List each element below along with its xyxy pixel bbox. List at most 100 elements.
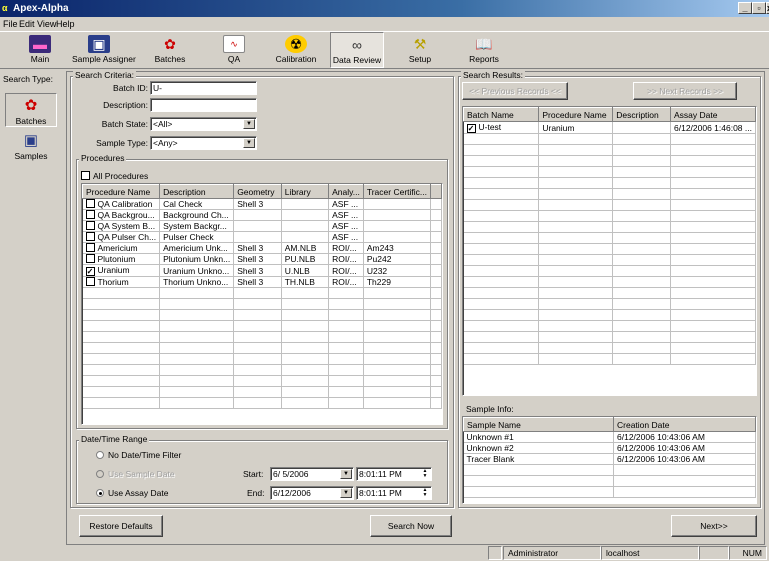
column-header[interactable]: Geometry bbox=[233, 184, 282, 199]
table-row[interactable]: QA Calibration Cal Check Shell 3 ASF ... bbox=[82, 198, 442, 210]
table-row[interactable] bbox=[463, 199, 756, 211]
column-header[interactable]: Tracer Certific... bbox=[362, 184, 431, 199]
column-header[interactable]: Analy... bbox=[328, 184, 364, 199]
column-header[interactable]: Sample Name bbox=[463, 417, 614, 432]
column-header[interactable]: Batch Name bbox=[463, 107, 540, 122]
toolbar-sample-assigner[interactable]: ▣ Sample Assigner bbox=[72, 32, 136, 68]
end-time-spinner[interactable]: 8:01:11 PM ▲ ▼ bbox=[356, 486, 432, 500]
previous-records-button[interactable]: << Previous Records << bbox=[462, 82, 568, 100]
menu-view[interactable]: View bbox=[37, 19, 56, 29]
use-assay-date-option[interactable]: Use Assay Date bbox=[96, 488, 168, 498]
table-row[interactable] bbox=[463, 210, 756, 222]
column-header[interactable]: Creation Date bbox=[613, 417, 756, 432]
checkbox-icon[interactable] bbox=[81, 171, 90, 180]
column-header[interactable]: Description bbox=[612, 107, 671, 122]
table-row[interactable] bbox=[463, 342, 756, 354]
row-checkbox[interactable] bbox=[85, 277, 95, 286]
menu-help[interactable]: Help bbox=[56, 19, 75, 29]
start-date-picker[interactable]: 6/ 5/2006 ▼ bbox=[270, 467, 354, 481]
table-row[interactable] bbox=[463, 254, 756, 266]
table-row[interactable] bbox=[82, 287, 442, 299]
table-row[interactable]: QA Backgrou... Background Ch... ASF ... bbox=[82, 209, 442, 221]
dropdown-arrow-icon[interactable]: ▼ bbox=[243, 119, 255, 129]
table-row[interactable]: ✓ Uranium Uranium Unkno... Shell 3 U.NLB ROI/… bbox=[82, 264, 442, 277]
table-row[interactable] bbox=[463, 298, 756, 310]
sample-type-select[interactable]: <Any> ▼ bbox=[150, 136, 257, 150]
table-row[interactable]: Plutonium Plutonium Unkn... Shell 3 PU.NLB R… bbox=[82, 253, 442, 265]
table-row[interactable] bbox=[82, 320, 442, 332]
toolbar-reports[interactable]: 📖 Reports bbox=[464, 32, 504, 68]
table-row[interactable]: QA System B... System Backgr... ASF ... bbox=[82, 220, 442, 232]
column-header[interactable]: Procedure Name bbox=[538, 107, 614, 122]
table-row[interactable] bbox=[82, 342, 442, 354]
table-row[interactable] bbox=[463, 320, 756, 332]
table-row[interactable] bbox=[463, 144, 756, 156]
table-row[interactable]: Americium Americium Unk... Shell 3 AM.NLB RO… bbox=[82, 242, 442, 254]
maximize-button[interactable]: ▫ bbox=[752, 2, 766, 14]
table-row[interactable]: Unknown #1 6/12/2006 10:43:06 AM bbox=[463, 431, 756, 443]
dropdown-arrow-icon[interactable]: ▼ bbox=[340, 469, 352, 479]
table-row[interactable] bbox=[82, 331, 442, 343]
toolbar-batches[interactable]: ✿ Batches bbox=[150, 32, 190, 68]
radio-icon[interactable] bbox=[96, 451, 104, 459]
description-input[interactable] bbox=[150, 98, 257, 112]
batch-state-select[interactable]: <All> ▼ bbox=[150, 117, 257, 131]
toolbar-data-review[interactable]: ∞ Data Review bbox=[330, 32, 384, 68]
restore-defaults-button[interactable]: Restore Defaults bbox=[79, 515, 163, 537]
table-row[interactable] bbox=[82, 397, 442, 409]
column-header[interactable]: Library bbox=[280, 184, 330, 199]
row-checkbox[interactable] bbox=[85, 232, 95, 241]
table-row[interactable]: ✓ U-test Uranium 6/12/2006 1:46:08 ... bbox=[463, 121, 756, 134]
table-row[interactable] bbox=[463, 166, 756, 178]
table-row[interactable]: QA Pulser Ch... Pulser Check ASF ... bbox=[82, 231, 442, 243]
table-row[interactable] bbox=[82, 298, 442, 310]
table-row[interactable] bbox=[463, 265, 756, 277]
table-row[interactable] bbox=[82, 386, 442, 398]
table-row[interactable] bbox=[463, 464, 756, 476]
table-row[interactable] bbox=[82, 309, 442, 321]
menu-edit[interactable]: Edit bbox=[19, 19, 35, 29]
toolbar-qa[interactable]: ∿ QA bbox=[216, 32, 252, 68]
end-date-picker[interactable]: 6/12/2006 ▼ bbox=[270, 486, 354, 500]
nav-samples[interactable]: ▣ Samples bbox=[5, 129, 57, 161]
row-checkbox[interactable] bbox=[85, 243, 95, 252]
table-row[interactable] bbox=[463, 243, 756, 255]
search-now-button[interactable]: Search Now bbox=[370, 515, 452, 537]
toolbar-setup[interactable]: ⚒ Setup bbox=[400, 32, 440, 68]
toolbar-calibration[interactable]: ☢ Calibration bbox=[272, 32, 320, 68]
table-row[interactable]: Tracer Blank 6/12/2006 10:43:06 AM bbox=[463, 453, 756, 465]
table-row[interactable] bbox=[463, 353, 756, 365]
column-header[interactable]: Description bbox=[159, 184, 235, 199]
table-row[interactable] bbox=[82, 375, 442, 387]
row-checkbox[interactable] bbox=[85, 254, 95, 263]
table-row[interactable] bbox=[463, 133, 756, 145]
nav-batches[interactable]: ✿ Batches bbox=[5, 93, 57, 127]
table-row[interactable] bbox=[463, 287, 756, 299]
all-procedures-checkbox[interactable]: All Procedures bbox=[81, 171, 148, 181]
table-row[interactable] bbox=[463, 486, 756, 498]
spin-arrows-icon[interactable]: ▲ ▼ bbox=[420, 469, 430, 479]
table-row[interactable] bbox=[463, 276, 756, 288]
row-checkbox[interactable]: ✓ bbox=[466, 124, 476, 133]
table-row[interactable] bbox=[463, 331, 756, 343]
use-sample-date-option[interactable]: Use Sample Date bbox=[96, 469, 175, 479]
table-row[interactable]: Unknown #2 6/12/2006 10:43:06 AM bbox=[463, 442, 756, 454]
table-row[interactable]: Thorium Thorium Unkno... Shell 3 TH.NLB ROI/… bbox=[82, 276, 442, 288]
menu-file[interactable]: File bbox=[3, 19, 18, 29]
column-header[interactable]: Procedure Name bbox=[82, 184, 161, 199]
table-row[interactable] bbox=[463, 221, 756, 233]
radio-icon[interactable] bbox=[96, 470, 104, 478]
toolbar-main[interactable]: ▬ Main bbox=[18, 32, 62, 68]
radio-selected-icon[interactable] bbox=[96, 489, 104, 497]
table-row[interactable] bbox=[82, 353, 442, 365]
dropdown-arrow-icon[interactable]: ▼ bbox=[243, 138, 255, 148]
spin-arrows-icon[interactable]: ▲ ▼ bbox=[420, 488, 430, 498]
sample-info-table[interactable]: Sample Name Creation Date Unknown #1 6/12/… bbox=[462, 416, 757, 504]
table-row[interactable] bbox=[463, 309, 756, 321]
column-header[interactable]: Assay Date bbox=[670, 107, 756, 122]
start-time-spinner[interactable]: 8:01:11 PM ▲ ▼ bbox=[356, 467, 432, 481]
table-row[interactable] bbox=[463, 188, 756, 200]
procedures-table[interactable]: Procedure Name Description Geometry Library… bbox=[81, 183, 443, 425]
row-checkbox[interactable] bbox=[85, 210, 95, 219]
no-date-filter-option[interactable]: No Date/Time Filter bbox=[96, 450, 181, 460]
